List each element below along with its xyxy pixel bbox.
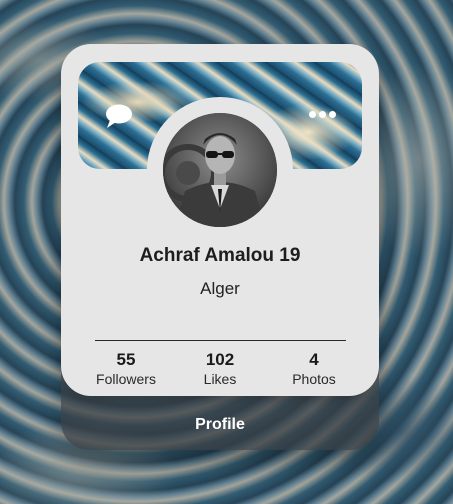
profile-city: Alger [200,279,240,298]
more-dots-icon[interactable] [309,111,336,118]
stat-label: Likes [203,371,237,387]
stat-value: 102 [205,350,235,369]
stat-value: 4 [309,350,319,369]
stat-value: 55 [116,350,136,369]
stat-likes: 102 Likes [175,350,265,388]
profile-button[interactable]: Profile [61,410,379,440]
profile-name: Achraf Amalou 19 [139,245,301,266]
stat-label: Photos [292,371,336,387]
stats-divider [95,340,346,341]
stat-label: Followers [96,371,156,387]
chat-bubble-icon[interactable] [104,103,134,129]
avatar[interactable] [163,113,277,227]
stat-photos: 4 Photos [269,350,359,388]
profile-photo [163,113,277,227]
stat-followers: 55 Followers [81,350,171,388]
